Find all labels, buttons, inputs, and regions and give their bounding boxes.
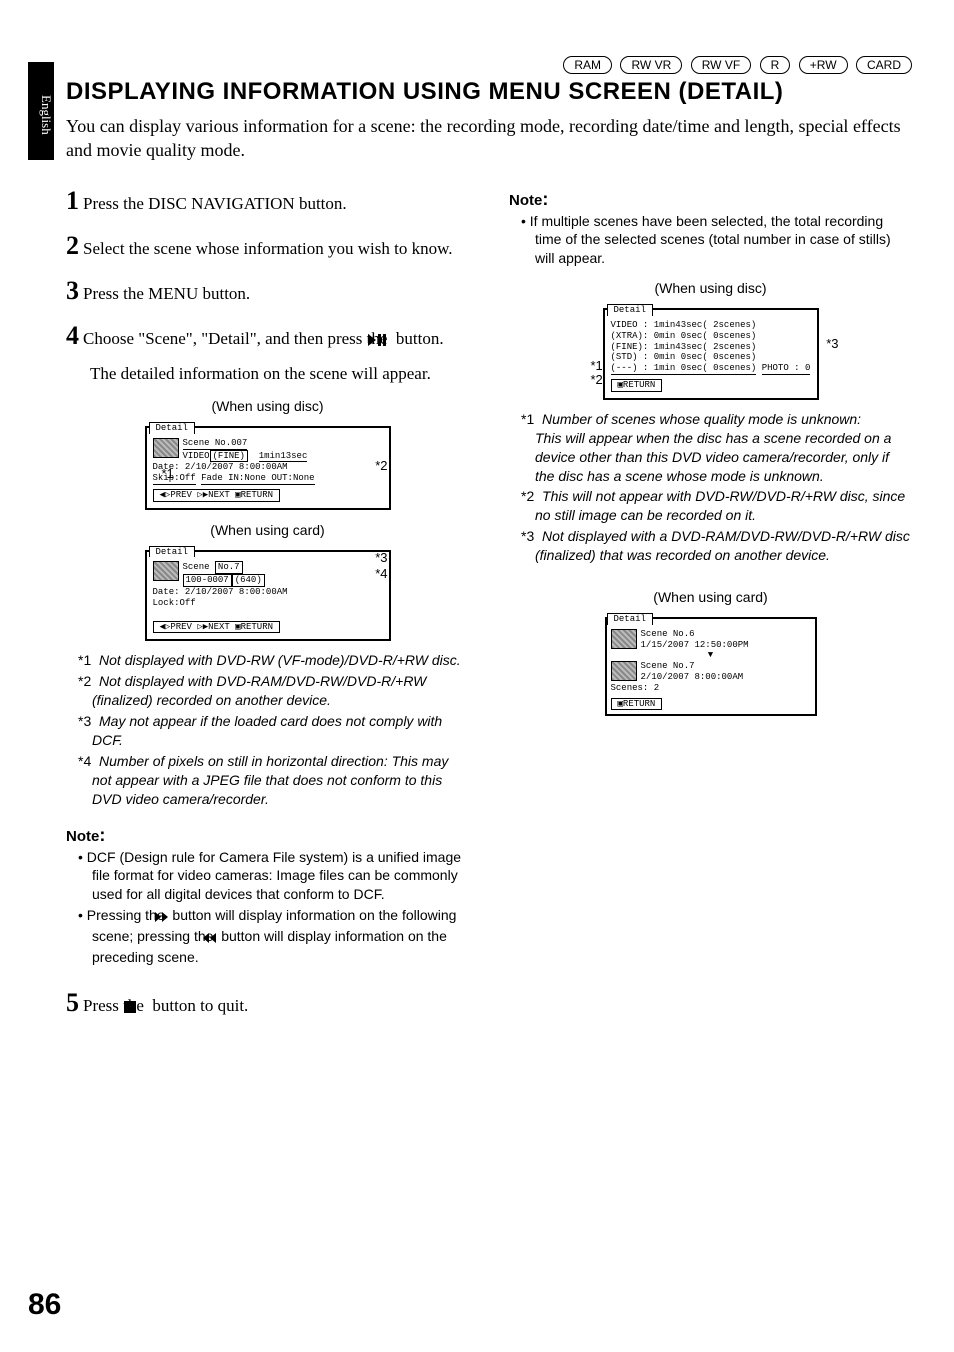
sc-l2b: (640) <box>232 574 265 587</box>
step-5: 5Press the button to quit. <box>66 985 469 1020</box>
cm-r1: Scene No.6 <box>641 629 695 639</box>
dm-r3: (FINE): 1min43sec( 2scenes) <box>611 342 811 353</box>
screen-tab-cm: Detail <box>607 613 653 625</box>
right-foot-1: *1 Number of scenes whose quality mode i… <box>509 410 912 486</box>
screen-tab-dm: Detail <box>607 304 653 316</box>
thumb-icon-2 <box>153 561 179 581</box>
sc-l1b: No.7 <box>215 561 243 574</box>
badge-rwvf: RW VF <box>691 56 751 74</box>
sd-line3: Date: 2/10/2007 8:00:00AM <box>153 462 383 473</box>
thumb-icon-4 <box>611 661 637 681</box>
left-foot-1: *1 Not displayed with DVD-RW (VF-mode)/D… <box>66 651 469 670</box>
badge-ram: RAM <box>563 56 612 74</box>
dm-r6: PHOTO : 0 <box>762 363 811 375</box>
cm-r2: 1/15/2007 12:50:00PM <box>641 640 749 650</box>
screen-card-detail-wrap: *3 *4 Detail Scene No.7 100-0007(640) Da… <box>118 542 418 642</box>
right-foot-3: *3 Not displayed with a DVD-RAM/DVD-RW/D… <box>509 527 912 565</box>
badge-rwvr: RW VR <box>620 56 682 74</box>
sc-line4: Lock:Off <box>153 598 383 609</box>
page-content: RAM RW VR RW VF R +RW CARD DISPLAYING IN… <box>66 56 912 1030</box>
step-4-text-b: button. <box>396 329 444 348</box>
left-foot-2: *2 Not displayed with DVD-RAM/DVD-RW/DVD… <box>66 672 469 710</box>
caption-disc-2: (When using disc) <box>509 280 912 296</box>
note-left-b1: DCF (Design rule for Camera File system)… <box>66 848 469 905</box>
sc-l2a: 100-0007 <box>183 574 232 587</box>
note-left-b2: Pressing the button will display informa… <box>66 906 469 967</box>
caption-disc-1: (When using disc) <box>66 398 469 414</box>
right-foot-2: *2 This will not appear with DVD-RW/DVD-… <box>509 487 912 525</box>
left-foot-3: *3 May not appear if the loaded card doe… <box>66 712 469 750</box>
screen-tab: Detail <box>149 422 195 434</box>
badge-r: R <box>760 56 791 74</box>
sd-footer: ◀▷PREV ▷▶NEXT ▣RETURN <box>153 489 281 502</box>
sd-line1: Scene No.007 <box>183 438 248 450</box>
badge-card: CARD <box>856 56 912 74</box>
step-4: 4Choose "Scene", "Detail", and then pres… <box>66 318 469 353</box>
sd-line4: Skip:Off <box>153 473 196 485</box>
sc-line3: Date: 2/10/2007 8:00:00AM <box>153 587 383 598</box>
callout-star2-r: *2 <box>591 372 603 387</box>
dm-footer: ▣RETURN <box>611 379 663 392</box>
note-right-b1: If multiple scenes have been selected, t… <box>509 212 912 269</box>
dm-r4: (STD) : 0min 0sec( 0scenes) <box>611 352 811 363</box>
caption-card-2: (When using card) <box>509 589 912 605</box>
language-tab: English <box>28 62 54 160</box>
screen-tab-card: Detail <box>149 546 195 558</box>
cm-r4: 2/10/2007 8:00:00AM <box>641 672 744 682</box>
left-foot-4: *4 Number of pixels on still in horizont… <box>66 752 469 809</box>
screen-disc-multi: Detail VIDEO : 1min43sec( 2scenes) (XTRA… <box>603 308 819 400</box>
step-3-text: Press the MENU button. <box>83 284 250 303</box>
screen-card-multi: Detail Scene No.6 1/15/2007 12:50:00PM ▼… <box>605 617 817 716</box>
sc-l1a: Scene <box>183 562 210 572</box>
thumb-icon <box>153 438 179 458</box>
dm-r5: (---) : 1min 0sec( 0scenes) <box>611 363 757 375</box>
badge-prw: +RW <box>799 56 848 74</box>
intro-text: You can display various information for … <box>66 114 912 163</box>
dm-r1: VIDEO : 1min43sec( 2scenes) <box>611 320 811 331</box>
thumb-icon-3 <box>611 629 637 649</box>
sd-l2c: 1min13sec <box>259 451 308 463</box>
page-title: DISPLAYING INFORMATION USING MENU SCREEN… <box>66 78 912 106</box>
step-4-after: The detailed information on the scene wi… <box>90 363 469 386</box>
screen-disc-detail: Detail Scene No.007 VIDEO(FINE) 1min13se… <box>145 426 391 510</box>
step-2: 2Select the scene whose information you … <box>66 228 469 263</box>
screen-disc-detail-wrap: *1 *2 Detail Scene No.007 VIDEO(FINE) 1m… <box>118 418 418 510</box>
sd-l2b: (FINE) <box>210 450 248 463</box>
left-column: 1Press the DISC NAVIGATION button. 2Sele… <box>66 173 469 1030</box>
cm-r3: Scene No.7 <box>641 661 695 671</box>
sd-line5: Fade IN:None OUT:None <box>201 473 314 485</box>
cm-r5: Scenes: 2 <box>611 683 811 694</box>
screen-card-multi-wrap: Detail Scene No.6 1/15/2007 12:50:00PM ▼… <box>561 609 861 716</box>
step-3: 3Press the MENU button. <box>66 273 469 308</box>
screen-card-detail: Detail Scene No.7 100-0007(640) Date: 2/… <box>145 550 391 642</box>
right-foot-1-body: This will appear when the disc has a sce… <box>535 429 912 486</box>
sc-footer: ◀▷PREV ▷▶NEXT ▣RETURN <box>153 621 281 634</box>
page-number: 86 <box>28 1288 61 1322</box>
step-1: 1Press the DISC NAVIGATION button. <box>66 183 469 218</box>
sd-l2a: VIDEO <box>183 451 210 461</box>
right-column: Note: If multiple scenes have been selec… <box>509 173 912 1030</box>
step-5-text-b: button to quit. <box>152 996 248 1015</box>
note-head-left: Note: <box>66 825 469 846</box>
caption-card-1: (When using card) <box>66 522 469 538</box>
note-head-right: Note: <box>509 189 912 210</box>
cm-footer: ▣RETURN <box>611 698 663 711</box>
step-2-text: Select the scene whose information you w… <box>83 239 453 258</box>
dm-r2: (XTRA): 0min 0sec( 0scenes) <box>611 331 811 342</box>
media-badges: RAM RW VR RW VF R +RW CARD <box>66 56 912 74</box>
callout-star1-r: *1 <box>591 358 603 373</box>
step-1-text: Press the DISC NAVIGATION button. <box>83 194 347 213</box>
step-4-text-a: Choose "Scene", "Detail", and then press… <box>83 329 387 348</box>
callout-star3-r: *3 <box>826 336 838 351</box>
screen-disc-multi-wrap: *1 *2 *3 Detail VIDEO : 1min43sec( 2scen… <box>561 300 861 400</box>
